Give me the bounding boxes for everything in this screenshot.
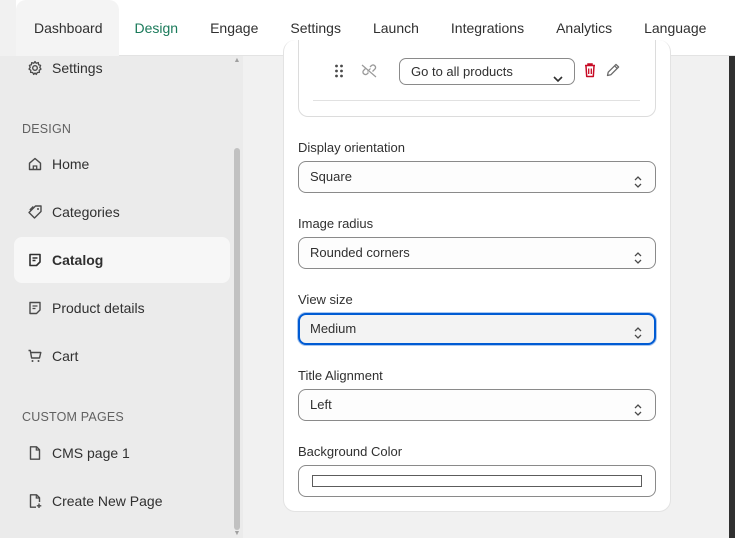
title-alignment-value: Left <box>310 397 332 412</box>
gear-icon <box>26 59 44 77</box>
sidebar-item-home[interactable]: Home <box>14 141 230 187</box>
divider <box>313 100 640 101</box>
sidebar-item-cms-page-1[interactable]: CMS page 1 <box>14 430 230 476</box>
sidebar-item-settings[interactable]: Settings <box>14 45 230 91</box>
link-action-value: Go to all products <box>411 64 513 79</box>
page-add-icon <box>26 492 44 510</box>
sidebar-item-label: Settings <box>52 60 103 76</box>
title-alignment-select[interactable]: Left <box>298 389 656 421</box>
view-size-select[interactable]: Medium <box>298 313 656 345</box>
sidebar-item-label: Catalog <box>52 252 104 268</box>
section-heading-custom-pages: CUSTOM PAGES <box>22 410 124 424</box>
display-orientation-label: Display orientation <box>298 140 405 155</box>
sidebar-item-product-details[interactable]: Product details <box>14 285 230 331</box>
page-icon <box>26 444 44 462</box>
select-arrows-icon <box>633 246 643 276</box>
sidebar-item-categories[interactable]: Categories <box>14 189 230 235</box>
title-alignment-label: Title Alignment <box>298 368 383 383</box>
catalog-icon <box>26 251 44 269</box>
drag-handle-icon[interactable] <box>333 63 345 84</box>
sidebar-item-create-new-page[interactable]: Create New Page <box>14 478 230 524</box>
image-radius-label: Image radius <box>298 216 374 231</box>
sidebar-item-label: Home <box>52 156 90 172</box>
window-edge <box>729 56 735 538</box>
image-radius-select[interactable]: Rounded corners <box>298 237 656 269</box>
sidebar-item-label: Categories <box>52 204 120 220</box>
sidebar: Settings DESIGN Home Categories Catalog … <box>0 56 243 538</box>
sidebar-scrollbar[interactable] <box>234 148 240 530</box>
display-orientation-value: Square <box>310 169 352 184</box>
sidebar-item-label: Create New Page <box>52 493 163 509</box>
sidebar-item-label: Product details <box>52 300 145 316</box>
sidebar-item-label: Cart <box>52 348 79 364</box>
document-icon <box>26 299 44 317</box>
view-size-value: Medium <box>310 321 357 336</box>
delete-icon[interactable] <box>583 62 597 83</box>
select-arrows-icon <box>633 322 643 350</box>
cart-icon <box>26 347 44 365</box>
section-heading-design: DESIGN <box>22 122 72 136</box>
image-radius-value: Rounded corners <box>310 245 410 260</box>
chevron-down-icon <box>552 67 564 92</box>
view-size-label: View size <box>298 292 353 307</box>
select-arrows-icon <box>633 170 643 200</box>
home-icon <box>26 155 44 173</box>
scroll-down-arrow-icon[interactable]: ▼ <box>233 530 241 537</box>
edit-pencil-icon[interactable] <box>605 62 621 83</box>
background-color-label: Background Color <box>298 444 403 459</box>
sidebar-item-catalog[interactable]: Catalog <box>14 237 230 283</box>
sidebar-item-label: CMS page 1 <box>52 445 130 461</box>
background-color-picker[interactable] <box>298 465 656 497</box>
tag-icon <box>26 203 44 221</box>
scroll-up-arrow-icon[interactable]: ▲ <box>233 57 241 64</box>
link-action-select[interactable]: Go to all products <box>399 58 575 85</box>
unlink-icon <box>360 63 378 84</box>
color-swatch[interactable] <box>312 475 642 487</box>
select-arrows-icon <box>633 398 643 428</box>
display-orientation-select[interactable]: Square <box>298 161 656 193</box>
sidebar-item-cart[interactable]: Cart <box>14 333 230 379</box>
